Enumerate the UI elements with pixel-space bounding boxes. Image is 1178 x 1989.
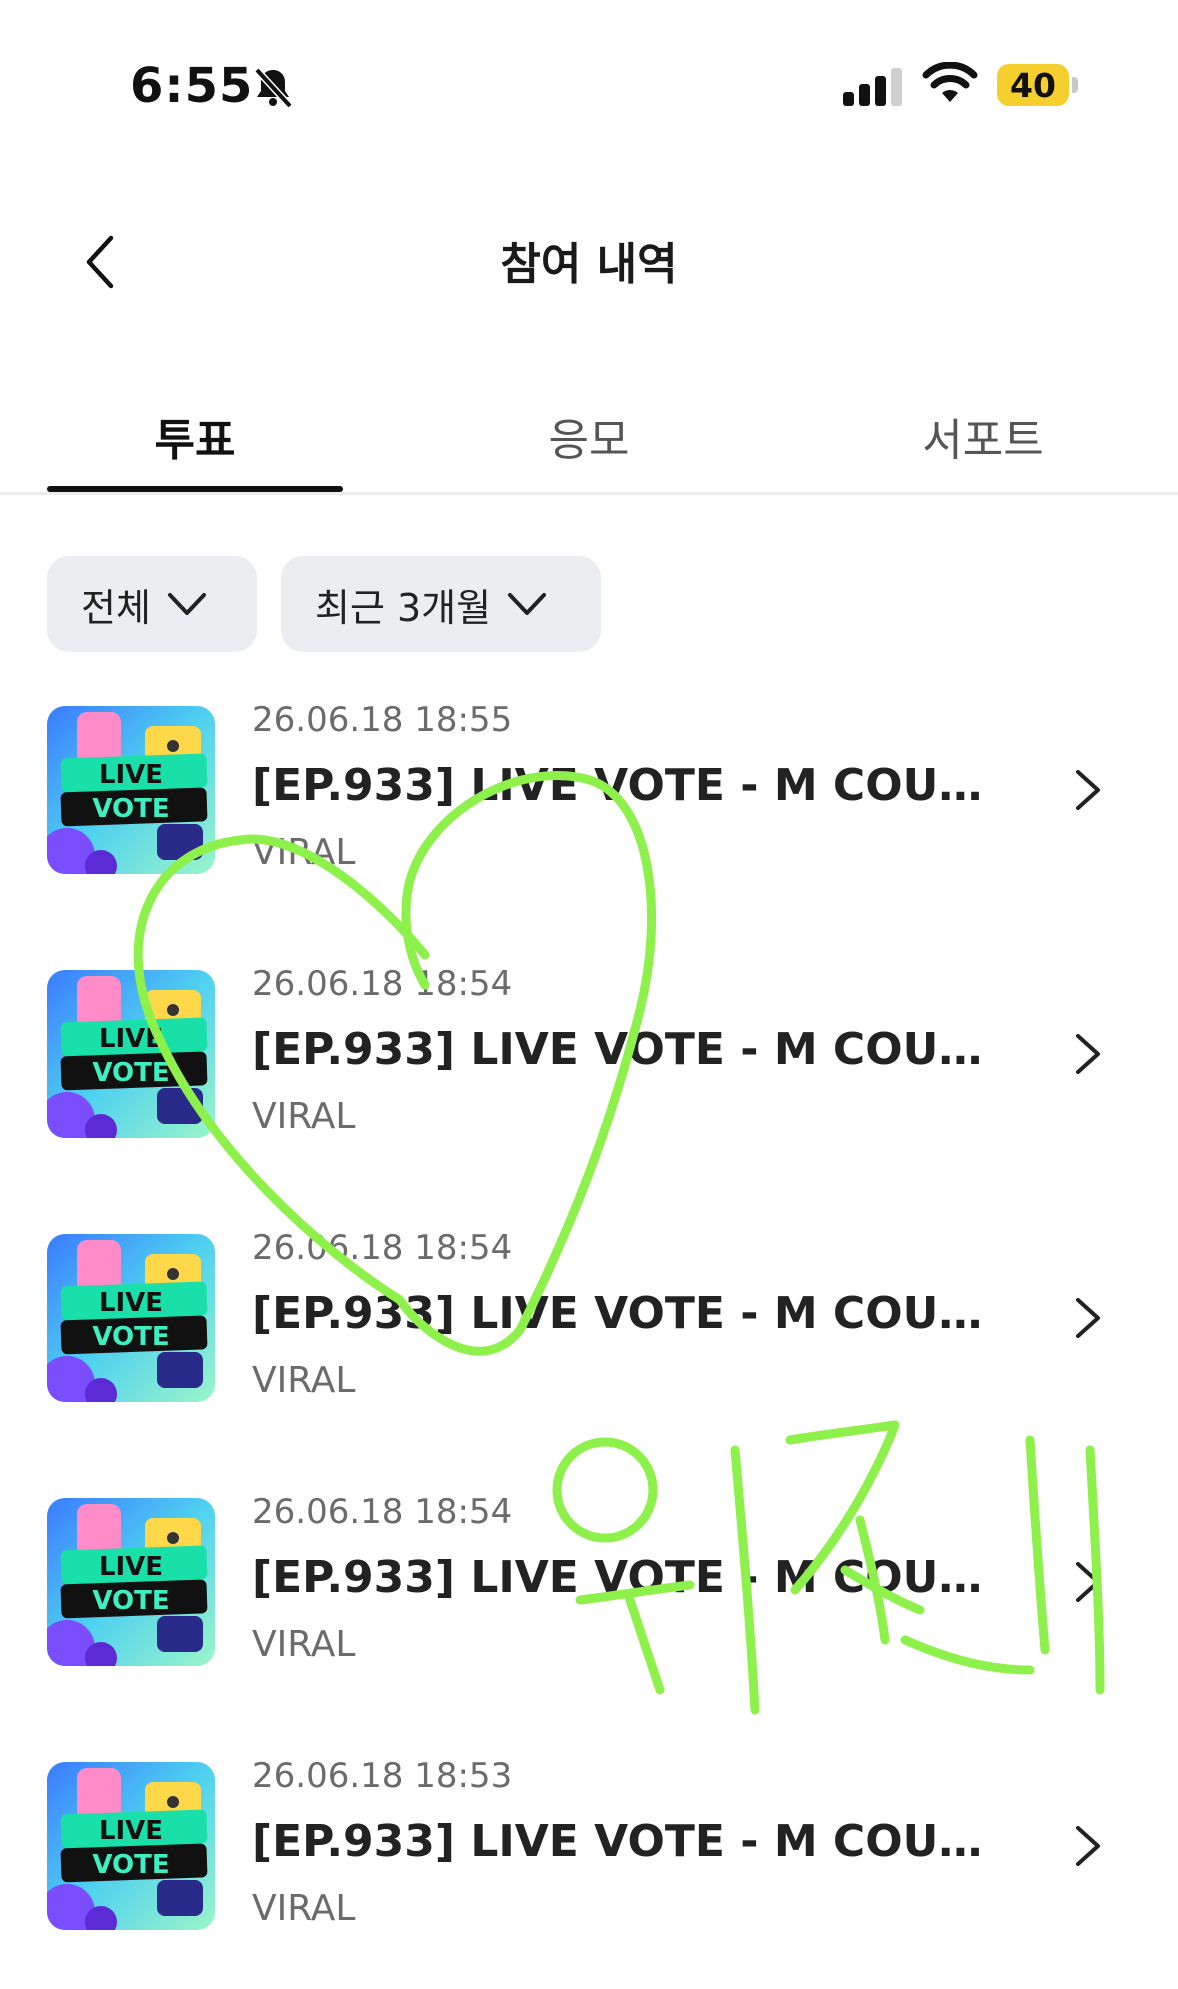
item-date: 26.06.18 18:54	[252, 1492, 513, 1532]
list-item[interactable]: LIVE VOTE 26.06.18 18:54 [EP.933] LIVE V…	[0, 1492, 1178, 1692]
thumb-text-vote: VOTE	[92, 1850, 169, 1880]
battery-cap	[1072, 77, 1078, 93]
item-date: 26.06.18 18:55	[252, 700, 513, 740]
chevron-right-icon	[1076, 770, 1100, 810]
filter-all-dropdown[interactable]: 전체	[47, 556, 257, 652]
thumb-text-live: LIVE	[99, 760, 163, 790]
vote-thumbnail: LIVE VOTE	[47, 1234, 215, 1402]
item-date: 26.06.18 18:54	[252, 964, 513, 1004]
list-item[interactable]: LIVE VOTE 26.06.18 18:54 [EP.933] LIVE V…	[0, 964, 1178, 1164]
battery-icon: 40	[997, 64, 1069, 106]
list-item[interactable]: LIVE VOTE 26.06.18 18:54 [EP.933] LIVE V…	[0, 1228, 1178, 1428]
chevron-down-icon	[167, 593, 206, 615]
filter-period-dropdown[interactable]: 최근 3개월	[281, 556, 601, 652]
tab-vote[interactable]: 투표	[47, 380, 343, 492]
vote-thumbnail: LIVE VOTE	[47, 1498, 215, 1666]
chevron-right-icon	[1076, 1562, 1100, 1602]
thumb-text-live: LIVE	[99, 1552, 163, 1582]
tab-active-indicator	[47, 486, 343, 492]
tab-bar: 투표 응모 서포트	[0, 380, 1178, 495]
list-item[interactable]: LIVE VOTE 26.06.18 18:55 [EP.933] LIVE V…	[0, 700, 1178, 900]
thumb-text-vote: VOTE	[92, 794, 169, 824]
chevron-right-icon	[1076, 1826, 1100, 1866]
vote-thumbnail: LIVE VOTE	[47, 970, 215, 1138]
filter-all-label: 전체	[81, 585, 151, 630]
item-title: [EP.933] LIVE VOTE - M COUNT...	[252, 1552, 1012, 1603]
vote-thumbnail: LIVE VOTE	[47, 1762, 215, 1930]
item-title: [EP.933] LIVE VOTE - M COUNT...	[252, 1816, 1012, 1867]
tab-entry[interactable]: 응모	[441, 380, 737, 492]
thumb-text-vote: VOTE	[92, 1586, 169, 1616]
back-button[interactable]	[70, 230, 130, 294]
item-subtitle: VIRAL	[252, 1624, 356, 1665]
item-subtitle: VIRAL	[252, 1888, 356, 1929]
item-title: [EP.933] LIVE VOTE - M COUNT...	[252, 1024, 1012, 1075]
item-subtitle: VIRAL	[252, 832, 356, 873]
item-title: [EP.933] LIVE VOTE - M COUNT...	[252, 760, 1012, 811]
item-date: 26.06.18 18:54	[252, 1228, 513, 1268]
thumb-text-live: LIVE	[99, 1288, 163, 1318]
bell-slash-icon	[250, 64, 296, 114]
chevron-down-icon	[508, 593, 547, 615]
thumb-text-vote: VOTE	[92, 1058, 169, 1088]
item-subtitle: VIRAL	[252, 1096, 356, 1137]
wifi-icon	[922, 61, 978, 110]
list-item[interactable]: LIVE VOTE 26.06.18 18:53 [EP.933] LIVE V…	[0, 1756, 1178, 1956]
item-title: [EP.933] LIVE VOTE - M COUNT...	[252, 1288, 1012, 1339]
item-subtitle: VIRAL	[252, 1360, 356, 1401]
chevron-right-icon	[1076, 1034, 1100, 1074]
vote-thumbnail: LIVE VOTE	[47, 706, 215, 874]
status-time: 6:55	[130, 58, 254, 114]
page-title: 참여 내역	[500, 239, 678, 290]
thumb-text-live: LIVE	[99, 1816, 163, 1846]
chevron-right-icon	[1076, 1298, 1100, 1338]
battery-level: 40	[1010, 65, 1056, 105]
thumb-text-vote: VOTE	[92, 1322, 169, 1352]
thumb-text-live: LIVE	[99, 1024, 163, 1054]
status-bar: 6:55 40	[0, 0, 1178, 176]
item-date: 26.06.18 18:53	[252, 1756, 513, 1796]
chevron-left-icon	[86, 235, 114, 289]
cellular-signal-icon	[843, 68, 905, 110]
tab-support[interactable]: 서포트	[835, 380, 1131, 492]
filter-period-label: 최근 3개월	[315, 585, 492, 630]
